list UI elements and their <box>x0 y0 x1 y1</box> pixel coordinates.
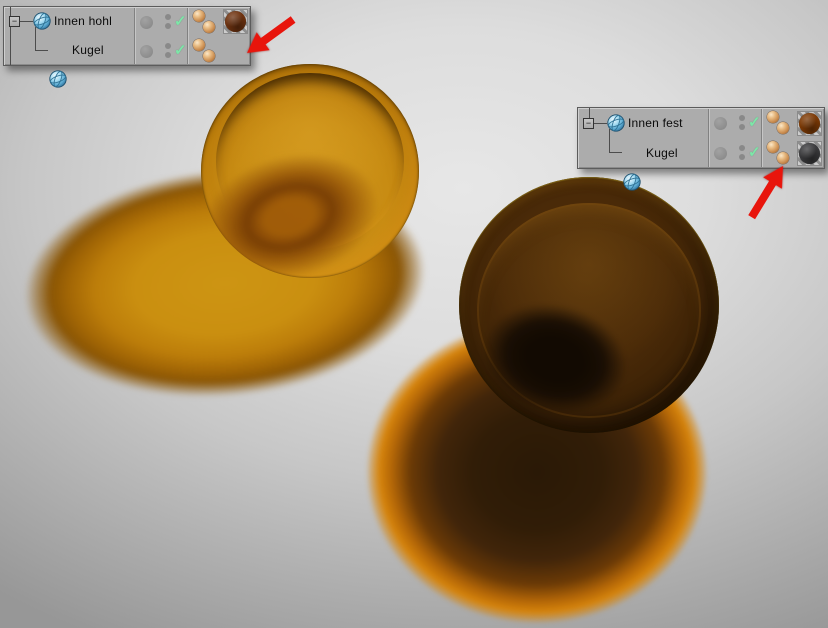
tree-branch-line <box>35 27 36 51</box>
texture-tag-icon[interactable] <box>767 111 779 123</box>
object-manager-panel-hollow: − Innen hohl ✓ <box>3 6 251 66</box>
layer-dot[interactable] <box>714 117 727 130</box>
tree-branch-line <box>35 50 48 51</box>
layer-dot[interactable] <box>140 16 153 29</box>
tree-branch-line <box>609 129 610 153</box>
layer-dot[interactable] <box>140 45 153 58</box>
editor-visibility-dot[interactable] <box>739 145 745 151</box>
object-row[interactable]: − Innen hohl ✓ <box>4 7 250 36</box>
sphere-object-icon[interactable] <box>607 114 625 132</box>
texture-tag-icon[interactable] <box>193 39 205 51</box>
layer-dot[interactable] <box>714 147 727 160</box>
tree-connector <box>20 21 33 22</box>
object-name[interactable]: Kugel <box>646 138 678 168</box>
tags-cell <box>188 7 249 36</box>
render-visibility-dot[interactable] <box>165 23 171 29</box>
texture-tag-icon[interactable] <box>777 122 789 134</box>
material-preview-ball <box>225 11 246 32</box>
viewport-render: − Innen hohl ✓ <box>0 0 828 628</box>
editor-visibility-dot[interactable] <box>739 115 745 121</box>
arrow-shaft <box>748 178 778 220</box>
material-preview-ball <box>799 143 820 164</box>
arrow-shaft <box>258 16 296 47</box>
visibility-cell: ✓ <box>712 108 759 138</box>
tags-cell <box>762 108 823 138</box>
object-name[interactable]: Innen fest <box>628 108 683 138</box>
sphere-object-icon[interactable] <box>623 173 641 191</box>
object-name[interactable]: Kugel <box>72 36 104 65</box>
texture-tag-icon[interactable] <box>777 152 789 164</box>
enabled-check-icon[interactable]: ✓ <box>174 41 187 61</box>
render-visibility-dot[interactable] <box>739 154 745 160</box>
enabled-check-icon[interactable]: ✓ <box>748 143 761 163</box>
object-row[interactable]: − Innen fest ✓ <box>578 108 824 138</box>
render-visibility-dot[interactable] <box>739 124 745 130</box>
visibility-cell: ✓ <box>712 138 759 168</box>
solid-glass-sphere <box>459 177 719 433</box>
object-row[interactable]: Kugel ✓ <box>578 138 824 168</box>
editor-visibility-dot[interactable] <box>165 14 171 20</box>
object-name[interactable]: Innen hohl <box>54 7 112 36</box>
object-manager-panel-solid: − Innen fest ✓ <box>577 107 825 169</box>
texture-tag-icon[interactable] <box>767 141 779 153</box>
texture-tag-icon[interactable] <box>193 10 205 22</box>
material-swatch[interactable] <box>798 142 821 165</box>
texture-tag-icon[interactable] <box>203 50 215 62</box>
material-swatch[interactable] <box>224 10 247 33</box>
sphere-object-icon[interactable] <box>49 70 67 88</box>
visibility-cell: ✓ <box>138 7 185 36</box>
hollow-glass-sphere <box>201 64 419 278</box>
tree-root-line <box>589 108 590 118</box>
material-preview-ball <box>799 113 820 134</box>
expand-toggle[interactable]: − <box>583 118 594 129</box>
texture-tag-icon[interactable] <box>203 21 215 33</box>
expand-toggle[interactable]: − <box>9 16 20 27</box>
tree-branch-line <box>609 152 622 153</box>
material-swatch[interactable] <box>798 112 821 135</box>
editor-visibility-dot[interactable] <box>165 43 171 49</box>
annotation-arrow-icon <box>741 160 793 224</box>
tags-cell <box>188 36 249 65</box>
enabled-check-icon[interactable]: ✓ <box>748 113 761 133</box>
enabled-check-icon[interactable]: ✓ <box>174 12 187 32</box>
tree-connector <box>594 123 607 124</box>
sphere-object-icon[interactable] <box>33 12 51 30</box>
render-visibility-dot[interactable] <box>165 52 171 58</box>
visibility-cell: ✓ <box>138 36 185 65</box>
